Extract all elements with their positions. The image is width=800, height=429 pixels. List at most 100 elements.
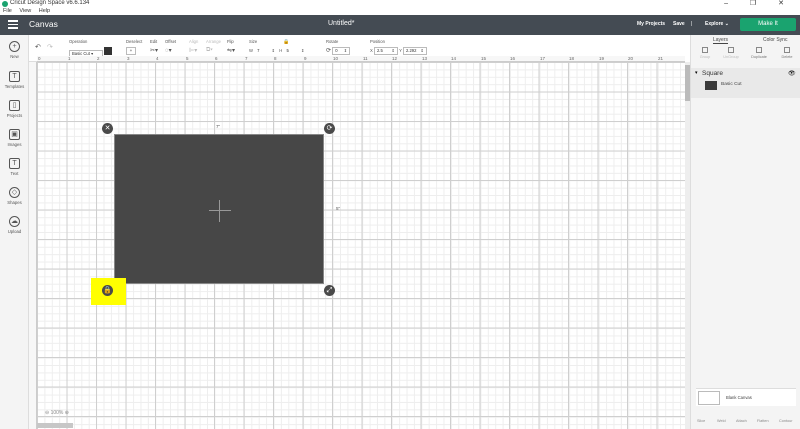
height-value: 5 — [286, 48, 289, 53]
ungroup-icon — [728, 47, 734, 53]
flip-control[interactable]: Flip ⇋▾ — [227, 39, 235, 54]
position-control: Position X 2.5 ⇕ Y 2.292 ⇕ — [370, 39, 427, 55]
y-value: 2.292 — [405, 48, 417, 53]
ruler-tick: 17 — [540, 56, 546, 61]
header-separator: | — [691, 21, 693, 27]
height-input[interactable]: 5 ⇕ — [284, 47, 308, 55]
make-it-button[interactable]: Make It — [740, 18, 796, 31]
ruler-tick: 8 — [274, 56, 277, 61]
flatten-button[interactable]: Flatten — [757, 419, 769, 423]
slice-button[interactable]: Slice — [697, 419, 705, 423]
ruler-tick: 7 — [245, 56, 248, 61]
delete-button[interactable]: Delete — [775, 47, 799, 59]
cricut-logo-icon — [2, 1, 8, 7]
width-value: 7 — [257, 48, 260, 53]
sidebar-item-new[interactable]: + New — [0, 41, 29, 59]
menu-bar: File View Help — [0, 8, 800, 15]
blank-canvas-label: Blank Canvas — [726, 395, 752, 400]
deselect-icon: + — [126, 47, 136, 55]
sidebar-item-templates[interactable]: T Templates — [0, 71, 29, 89]
x-input[interactable]: 2.5 ⇕ — [373, 47, 398, 55]
arrange-control[interactable]: Arrange ⧉▾ — [206, 39, 221, 54]
y-input[interactable]: 2.292 ⇕ — [402, 47, 427, 55]
offset-control[interactable]: Offset ◌▾ — [165, 39, 176, 54]
sidebar-item-upload[interactable]: ☁ Upload — [0, 216, 29, 234]
sidebar-item-shapes[interactable]: ◇ Shapes — [0, 187, 29, 205]
attach-button[interactable]: Attach — [736, 419, 747, 423]
undo-icon[interactable]: ↶ — [35, 43, 41, 51]
ruler-tick: 21 — [658, 56, 664, 61]
duplicate-icon — [756, 47, 762, 53]
plus-icon: + — [9, 41, 20, 52]
arrange-label: Arrange — [206, 39, 221, 44]
menu-file[interactable]: File — [3, 8, 12, 14]
operation-label: Operation — [69, 39, 88, 44]
document-title: Untitled* — [328, 20, 355, 27]
ruler-tick: 16 — [510, 56, 516, 61]
sidebar-item-label: Shapes — [7, 200, 22, 205]
ruler-tick: 2 — [97, 56, 100, 61]
menu-view[interactable]: View — [19, 8, 31, 14]
square-shape[interactable] — [114, 134, 324, 284]
chevron-down-icon[interactable]: ▾ — [695, 70, 698, 76]
rotate-handle-icon[interactable]: ⟳ — [324, 123, 335, 134]
deselect-control[interactable]: Deselect + — [126, 39, 142, 55]
ruler-tick: 9 — [304, 56, 307, 61]
align-control[interactable]: Align ⊫▾ — [189, 39, 198, 54]
rotate-control: Rotate ⟳ 0 ⇕ — [326, 39, 351, 55]
contour-button[interactable]: Contour — [779, 419, 793, 423]
blank-canvas-item[interactable]: Blank Canvas — [696, 388, 796, 406]
resize-handle-icon[interactable]: ⤢ — [324, 285, 335, 296]
ruler-tick: 3 — [127, 56, 130, 61]
duplicate-label: Duplicate — [751, 55, 767, 59]
ruler-vertical — [29, 62, 37, 429]
ungroup-button[interactable]: UnGroup — [719, 47, 743, 59]
center-crosshair — [209, 210, 231, 211]
redo-icon[interactable]: ↷ — [47, 43, 53, 51]
layer-name: Square — [702, 70, 723, 77]
align-icon: ⊫▾ — [189, 48, 198, 54]
ruler-tick: 5 — [186, 56, 189, 61]
sidebar-item-label: Images — [7, 142, 22, 147]
width-input[interactable]: 7 ⇕ — [254, 47, 278, 55]
save-button[interactable]: Save — [673, 21, 685, 27]
edit-label: Edit — [150, 39, 158, 44]
weld-button[interactable]: Weld — [717, 419, 726, 423]
duplicate-button[interactable]: Duplicate — [747, 47, 771, 59]
window-controls[interactable]: – ❐ ✕ — [724, 0, 794, 7]
eye-icon[interactable]: 👁 — [788, 70, 796, 77]
sidebar-item-label: Projects — [6, 113, 23, 118]
size-control: Size W 7 ⇕ H 5 ⇕ — [249, 39, 308, 55]
delete-handle-close-icon[interactable]: ✕ — [102, 123, 113, 134]
menu-help[interactable]: Help — [39, 8, 50, 14]
explore-dropdown[interactable]: Explore ⌄ — [705, 21, 729, 27]
zoom-level: 100% — [50, 410, 64, 416]
app-title: Cricut Design Space v6.6.134 — [10, 0, 90, 6]
sidebar-item-images[interactable]: ▣ Images — [0, 129, 29, 147]
text-icon: T — [9, 158, 20, 169]
ungroup-label: UnGroup — [723, 55, 739, 59]
sidebar-item-text[interactable]: T Text — [0, 158, 29, 176]
image-icon: ▣ — [9, 129, 20, 140]
group-button[interactable]: Group — [693, 47, 717, 59]
window-titlebar: Cricut Design Space v6.6.134 – ❐ ✕ — [0, 0, 800, 8]
ruler-tick: 10 — [333, 56, 339, 61]
edit-control[interactable]: Edit ✂▾ — [150, 39, 158, 54]
rotate-value: 0 — [335, 48, 338, 53]
hamburger-menu-icon[interactable] — [8, 20, 18, 29]
sidebar-item-projects[interactable]: ▯ Projects — [0, 100, 29, 118]
projects-icon: ▯ — [9, 100, 20, 111]
proportion-lock-handle-icon[interactable]: 🔒 — [102, 285, 113, 296]
ruler-tick: 15 — [481, 56, 487, 61]
color-swatch[interactable] — [104, 47, 113, 55]
rotate-input[interactable]: 0 ⇕ — [332, 47, 351, 55]
trash-icon — [784, 47, 790, 53]
lock-icon[interactable]: 🔒 — [283, 39, 289, 45]
zoom-control[interactable]: ⊖ 100% ⊕ — [45, 410, 69, 416]
tab-layers[interactable]: Layers — [713, 37, 729, 44]
my-projects-link[interactable]: My Projects — [637, 21, 665, 27]
horizontal-scrollbar[interactable] — [37, 423, 73, 428]
chevron-down-icon: ⌄ — [724, 21, 729, 27]
tab-color-sync[interactable]: Color Sync — [763, 37, 787, 43]
layer-item-square[interactable]: ▾ Square 👁 Basic Cut — [691, 68, 800, 98]
